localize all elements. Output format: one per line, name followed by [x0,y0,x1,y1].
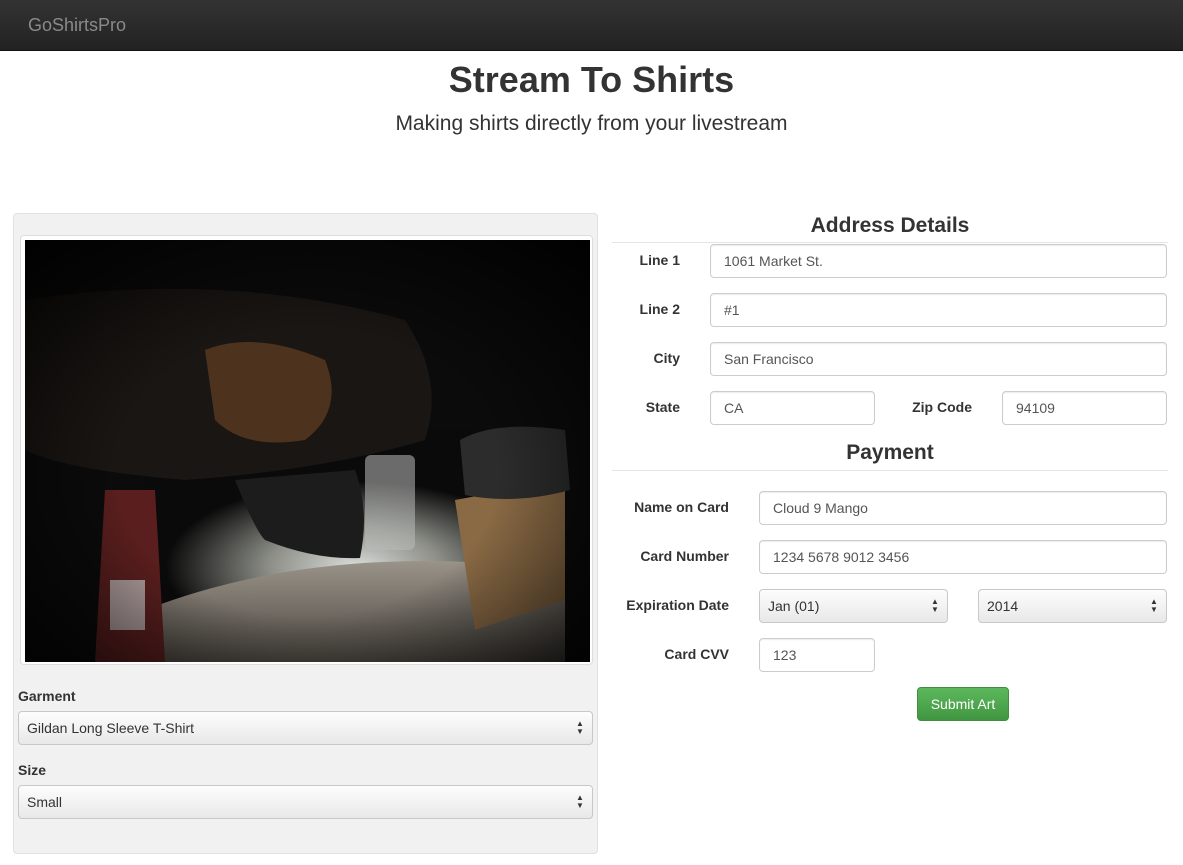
size-select[interactable]: Small ▲ ▼ [18,785,593,819]
payment-divider [612,470,1168,471]
line1-input[interactable] [710,244,1167,278]
expiration-year-select[interactable]: 2014 ▲ ▼ [978,589,1167,623]
card-name-label: Name on Card [634,499,729,515]
state-label: State [645,399,680,415]
expiration-month-value: Jan (01) [768,598,820,614]
page-subtitle: Making shirts directly from your livestr… [395,112,788,135]
select-arrows-icon: ▲ ▼ [576,719,584,736]
select-arrows-icon: ▲ ▼ [576,793,584,810]
card-name-input[interactable] [759,491,1167,525]
city-input[interactable] [710,342,1167,376]
address-section-title: Address Details [810,214,970,237]
stream-panel: Garment Gildan Long Sleeve T-Shirt ▲ ▼ Si… [13,213,598,854]
livestream-frame [25,240,590,662]
size-selected-value: Small [27,794,63,810]
size-label: Size [18,762,47,778]
city-label: City [653,350,680,366]
zip-label: Zip Code [912,399,972,415]
zip-input[interactable] [1002,391,1167,425]
garment-label: Garment [18,688,76,704]
select-arrows-icon: ▲ ▼ [931,597,939,614]
submit-art-button[interactable]: Submit Art [917,687,1009,721]
select-arrows-icon: ▲ ▼ [1150,597,1158,614]
line1-label: Line 1 [639,252,680,268]
payment-section-title: Payment [846,441,934,464]
expiration-month-select[interactable]: Jan (01) ▲ ▼ [759,589,948,623]
card-number-input[interactable] [759,540,1167,574]
garment-selected-value: Gildan Long Sleeve T-Shirt [27,720,195,736]
garment-select[interactable]: Gildan Long Sleeve T-Shirt ▲ ▼ [18,711,593,745]
state-input[interactable] [710,391,875,425]
brand-link[interactable]: GoShirtsPro [28,15,126,36]
expiration-label: Expiration Date [626,597,729,613]
line2-input[interactable] [710,293,1167,327]
address-divider [612,242,1168,243]
cvv-input[interactable] [759,638,875,672]
expiration-year-value: 2014 [987,598,1019,614]
line2-label: Line 2 [639,301,680,317]
navbar: GoShirtsPro [0,0,1183,51]
livestream-video[interactable] [20,235,593,665]
cvv-label: Card CVV [664,646,729,662]
page-title: Stream To Shirts [448,59,735,100]
card-number-label: Card Number [640,548,729,564]
